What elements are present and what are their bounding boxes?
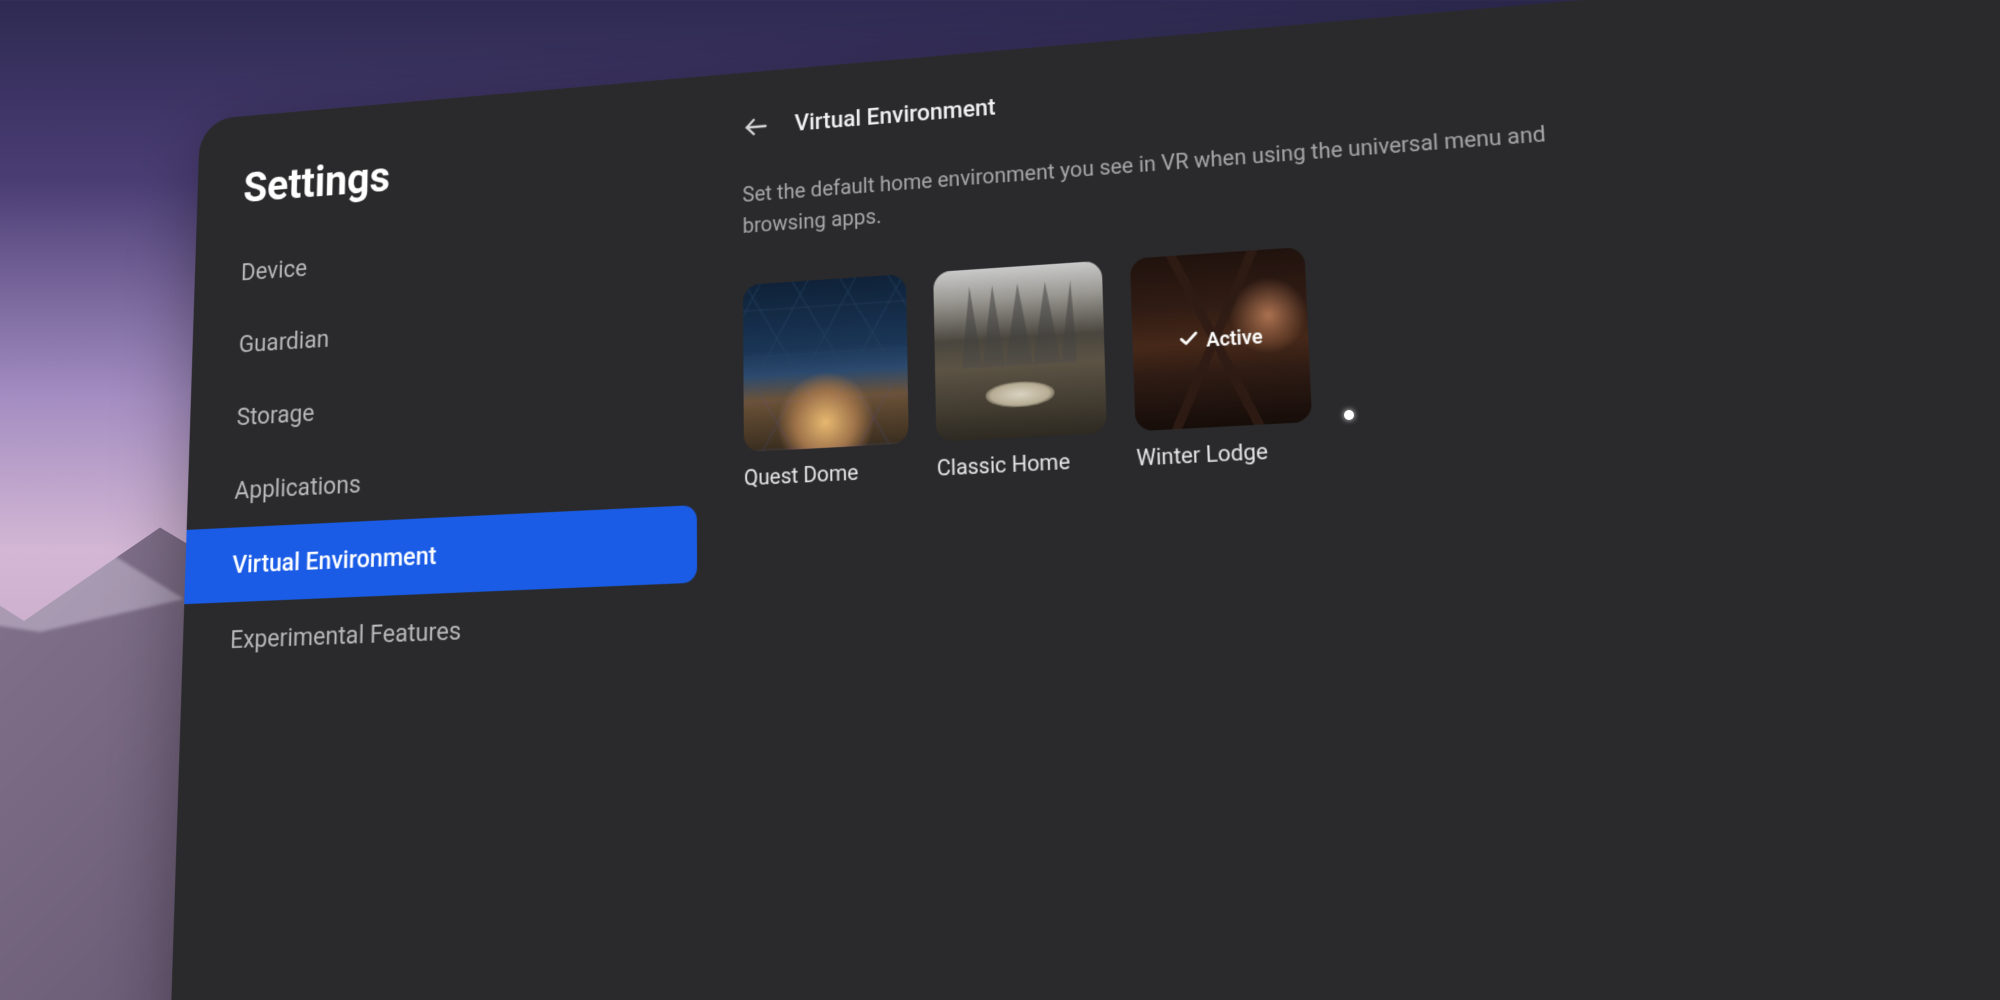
content-title: Virtual Environment [794, 94, 995, 136]
check-icon [1177, 327, 1200, 355]
environment-label: Classic Home [937, 446, 1109, 481]
environment-thumb: Active [1130, 247, 1312, 431]
back-arrow-icon[interactable] [742, 111, 770, 142]
sidebar: Settings Device Guardian Storage Applica… [170, 76, 704, 1000]
environment-grid: Quest Dome Classic Home Active [743, 198, 2000, 491]
active-label: Active [1206, 325, 1263, 352]
content-pane: Virtual Environment Set the default home… [702, 0, 2000, 1000]
environment-thumb [933, 261, 1107, 442]
content-header: Virtual Environment [742, 8, 2000, 142]
environment-label: Quest Dome [744, 456, 909, 490]
vr-cursor-icon [1344, 410, 1354, 420]
environment-label: Winter Lodge [1136, 435, 1314, 471]
settings-panel: Settings Device Guardian Storage Applica… [170, 0, 2000, 1000]
environment-thumb [743, 274, 909, 452]
environment-card-quest-dome[interactable]: Quest Dome [743, 274, 910, 491]
active-overlay: Active [1130, 247, 1312, 431]
environment-card-winter-lodge[interactable]: Active Winter Lodge [1130, 247, 1314, 471]
environment-card-classic-home[interactable]: Classic Home [933, 261, 1108, 481]
